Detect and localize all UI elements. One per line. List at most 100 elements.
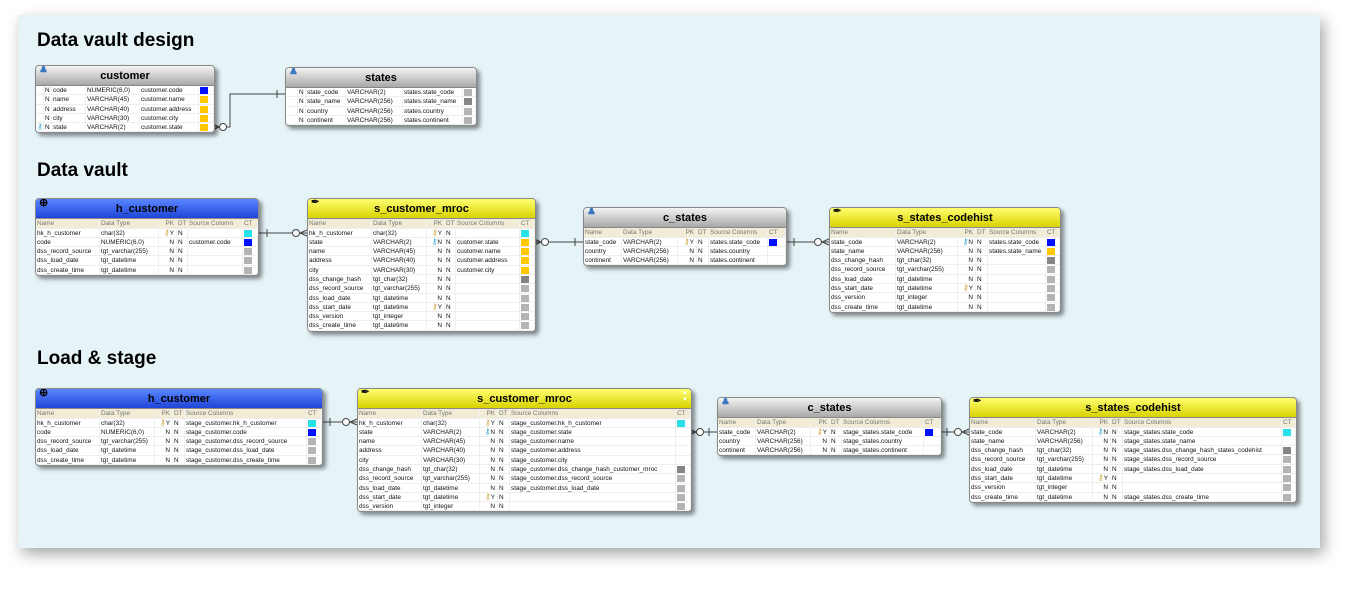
table-dv-c-states[interactable]: ♟ c_states Name Data Type PK DT Source Columns… [583,207,787,267]
table-row[interactable]: dss_load_date tgt_datetime N N [308,293,535,303]
pk-cell: N [155,455,173,464]
table-dv-s-customer-mroc[interactable]: ✒ s_customer_mroc Name Data Type PK DT Source … [307,198,536,332]
table-row[interactable]: dss_version tgt_integer N N [358,502,691,512]
table-row[interactable]: dss_record_source tgt_varchar(255) N N [308,284,535,294]
table-row[interactable]: hk_h_customer char(32) ⚷Y N [36,228,258,238]
table-row[interactable]: dss_record_source tgt_varchar(255) N N [36,247,258,257]
column-type-swatch [521,313,529,321]
table-row[interactable]: dss_create_time tgt_datetime N N [308,321,535,331]
table-row[interactable]: hk_h_customer char(32) ⚷Y N [308,228,535,238]
table-row[interactable]: address VARCHAR(40) N Nstage_customer.addre… [358,446,691,456]
link-ls-cstates-codehist[interactable] [940,428,970,436]
table-row[interactable]: city VARCHAR(30) N Nstage_customer.city [358,455,691,465]
link-customer-states[interactable] [212,90,285,131]
table-row[interactable]: dss_change_hash tgt_char(32) N Nstage_custo… [358,464,691,475]
table-row[interactable]: Nname VARCHAR(45) customer.name [36,95,214,105]
table-header[interactable]: ♟ c_states [584,208,786,228]
table-row[interactable]: dss_change_hash tgt_char(32) N Nstage_state… [970,446,1296,456]
table-row[interactable]: dss_record_source tgt_varchar(255) N Nstage… [970,455,1296,465]
table-row[interactable]: Nstate_name VARCHAR(256) states.state_name [286,97,476,107]
table-row[interactable]: dss_change_hash tgt_char(32) N N [830,256,1060,266]
table-header[interactable]: ♟ c_states [718,398,941,418]
table-row[interactable]: dss_record_source tgt_varchar(255) N N [830,265,1060,275]
table-row[interactable]: address VARCHAR(40) N Ncustomer.address [308,256,535,266]
table-row[interactable]: state_name VARCHAR(256) N Nstage_states.sta… [970,436,1296,447]
link-dv-cstates-codehist[interactable] [785,238,830,246]
table-header[interactable]: ⊕ h_customer [36,199,258,219]
table-row[interactable]: dss_version tgt_integer N N [308,312,535,322]
table-ls-h-customer[interactable]: ⊕ h_customer Name Data Type PK DT Source Colum… [35,388,323,466]
table-row[interactable]: Ncity VARCHAR(30) customer.city [36,113,214,124]
table-row[interactable]: dss_start_date tgt_datetime ⚷Y N [970,473,1296,484]
table-row[interactable]: Ncode NUMERIC(6,0) customer.code [36,86,214,96]
table-header[interactable]: ♟ customer [36,66,214,86]
table-row[interactable]: name VARCHAR(45) N Ncustomer.name [308,247,535,257]
table-design-states[interactable]: ♟ states Nstate_code VARCHAR(2) states.state… [285,67,477,127]
table-row[interactable]: dss_start_date tgt_datetime ⚷Y N [358,492,691,503]
table-row[interactable]: continent VARCHAR(256) N Nstates.continent [584,256,786,266]
table-row[interactable]: Ncontinent VARCHAR(256) states.continent [286,115,476,126]
table-row[interactable]: state_code VARCHAR(2) ⚷N Nstates.state_code [830,237,1060,247]
column-type-swatch [1283,456,1291,464]
table-row[interactable]: Naddress VARCHAR(40) customer.address [36,104,214,114]
table-row[interactable]: dss_start_date tgt_datetime ⚷Y N [830,283,1060,294]
table-row[interactable]: Nstate_code VARCHAR(2) states.state_code [286,88,476,98]
table-row[interactable]: Ncountry VARCHAR(256) states.country [286,106,476,116]
table-row[interactable]: dss_load_date tgt_datetime N N [36,256,258,266]
table-row[interactable]: dss_load_date tgt_datetime N N [830,274,1060,284]
pk-value: N [1103,465,1108,473]
table-dv-s-states-codehist[interactable]: ✒ s_states_codehist Name Data Type PK DT Sourc… [829,207,1061,313]
link-ls-sat-cstates[interactable] [689,428,717,436]
table-row[interactable]: country VARCHAR(256) N Nstage_states.countr… [718,436,941,447]
table-row[interactable]: dss_load_date tgt_datetime N Nstage_custome… [36,446,322,456]
link-dv-sat-cstates[interactable] [533,238,583,246]
dt-value: N [498,502,510,511]
table-header[interactable]: ✒ s_customer_mroc ▲ ▼ [358,389,691,409]
scroll-arrows-icon[interactable]: ▲ ▼ [682,390,688,404]
table-row[interactable]: dss_change_hash tgt_char(32) N N [308,274,535,285]
table-row[interactable]: state_code VARCHAR(2) ⚷Y Nstates.state_code [584,237,786,247]
table-row[interactable]: dss_create_time tgt_datetime N Nstage_custo… [36,455,322,465]
table-row[interactable]: dss_create_time tgt_datetime N Nstage_state… [970,492,1296,502]
table-header[interactable]: ✒ s_states_codehist [970,398,1296,418]
table-ls-s-states-codehist[interactable]: ✒ s_states_codehist Name Data Type PK DT Sourc… [969,397,1297,503]
table-row[interactable]: dss_load_date tgt_datetime N Nstage_states.… [970,464,1296,474]
link-ls-hub-sat[interactable] [321,418,358,426]
table-row[interactable]: dss_record_source tgt_varchar(255) N Nstage… [358,474,691,484]
table-row[interactable]: dss_record_source tgt_varchar(255) N Nstage… [36,437,322,447]
table-row[interactable]: hk_h_customer char(32) ⚷Y Nstage_customer.h… [36,418,322,428]
table-row[interactable]: code NUMERIC(6,0) N Ncustomer.code [36,237,258,248]
table-header[interactable]: ✒ s_states_codehist [830,208,1060,228]
nullable: N [298,115,306,125]
table-row[interactable]: state VARCHAR(2) ⚷N Ncustomer.state [308,237,535,248]
table-title: s_customer_mroc [477,393,572,405]
table-row[interactable]: dss_version tgt_integer N N [970,483,1296,493]
table-row[interactable]: dss_create_time tgt_datetime N N [830,302,1060,312]
table-ls-c-states[interactable]: ♟ c_states Name Data Type PK DT Source Columns… [717,397,942,457]
table-ls-s-customer-mroc[interactable]: ✒ s_customer_mroc ▲ ▼ Name Data Type PK DT Sourc… [357,388,692,513]
table-row[interactable]: dss_load_date tgt_datetime N Nstage_custome… [358,483,691,493]
table-row[interactable]: dss_version tgt_integer N N [830,293,1060,303]
table-row[interactable]: continent VARCHAR(256) N Nstage_states.cont… [718,446,941,456]
column-name: dss_record_source [358,474,422,483]
data-type: VARCHAR(2) [372,237,427,247]
table-header[interactable]: ✒ s_customer_mroc [308,199,535,219]
link-dv-hub-sat[interactable] [257,229,308,237]
table-row[interactable]: country VARCHAR(256) N Nstates.country [584,246,786,257]
table-design-customer[interactable]: ♟ customer Ncode NUMERIC(6,0) customer.code N… [35,65,215,134]
table-header[interactable]: ♟ states [286,68,476,88]
table-row[interactable]: state_code VARCHAR(2) ⚷Y Nstage_states.stat… [718,427,941,437]
table-row[interactable]: state_code VARCHAR(2) ⚷N Nstage_states.stat… [970,427,1296,437]
table-row[interactable]: ⚷ Nstate VARCHAR(2) customer.state [36,123,214,133]
table-row[interactable]: dss_start_date tgt_datetime ⚷Y N [308,302,535,313]
table-row[interactable]: hk_h_customer char(32) ⚷Y Nstage_customer.h… [358,418,691,428]
table-row[interactable]: code NUMERIC(6,0) N Nstage_customer.code [36,427,322,438]
table-row[interactable]: dss_create_time tgt_datetime N N [36,265,258,275]
table-dv-h-customer[interactable]: ⊕ h_customer Name Data Type PK DT Source Colum… [35,198,259,276]
table-row[interactable]: state VARCHAR(2) ⚷N Nstage_customer.state [358,427,691,438]
table-row[interactable]: name VARCHAR(45) N Nstage_customer.name [358,437,691,447]
column-name: dss_start_date [970,473,1036,483]
table-header[interactable]: ⊕ h_customer [36,389,322,409]
table-row[interactable]: state_name VARCHAR(256) N Nstates.state_nam… [830,246,1060,257]
table-row[interactable]: city VARCHAR(30) N Ncustomer.city [308,265,535,275]
